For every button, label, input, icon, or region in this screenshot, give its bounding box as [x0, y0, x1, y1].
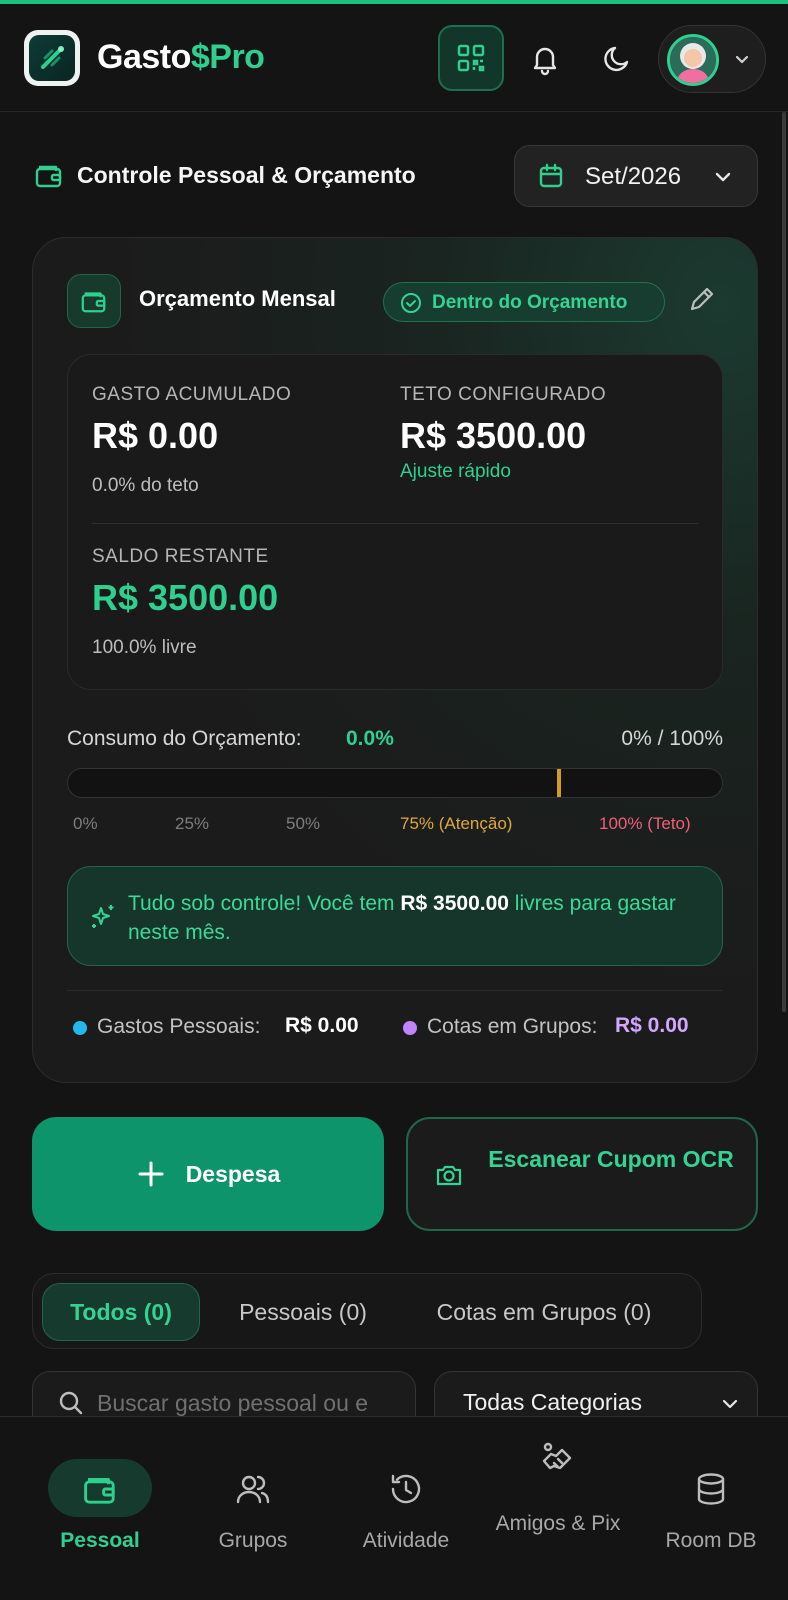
alert-prefix: Tudo sob controle! Você tem [128, 892, 401, 915]
spent-value: R$ 0.00 [92, 415, 219, 456]
search-icon [59, 1391, 83, 1415]
month-label: Set/2026 [585, 163, 682, 190]
users-icon [236, 1475, 270, 1504]
consumption-value: 0.0% [346, 727, 394, 750]
spent-percent: 0.0% do teto [92, 475, 199, 496]
groups-legend-label: Cotas em Grupos: [427, 1015, 598, 1038]
scrollbar[interactable] [782, 112, 786, 1012]
tab-personal[interactable]: Pessoais (0) [213, 1283, 393, 1341]
bottom-navigation: Pessoal Grupos Atividade Amigos & Pix Ro… [0, 1416, 788, 1600]
brand-name: Gasto$Pro [97, 38, 265, 77]
section-title: Controle Pessoal & Orçamento [77, 162, 416, 188]
wallet-icon [35, 165, 62, 188]
history-icon [391, 1474, 421, 1504]
plus-icon [138, 1161, 164, 1187]
budget-title: Orçamento Mensal [139, 286, 336, 311]
chevron-down-icon [715, 172, 731, 182]
add-expense-label: Despesa [185, 1160, 281, 1187]
cap-value: R$ 3500.00 [400, 415, 587, 456]
app-logo[interactable] [24, 30, 80, 86]
app-header: Gasto$Pro [0, 4, 788, 112]
nav-label: Atividade [362, 1529, 450, 1552]
tab-group-shares[interactable]: Cotas em Grupos (0) [411, 1283, 677, 1341]
database-icon [697, 1473, 725, 1505]
warning-threshold-marker [556, 769, 561, 797]
personal-legend-value: R$ 0.00 [285, 1014, 359, 1037]
tick-0: 0% [73, 814, 98, 833]
divider [67, 990, 723, 991]
brand-part-1: Gasto [97, 38, 191, 76]
moon-icon[interactable] [600, 42, 634, 76]
nav-label: Room DB [665, 1529, 757, 1552]
nav-label: Pessoal [60, 1529, 140, 1552]
personal-legend-label: Gastos Pessoais: [97, 1015, 261, 1038]
status-badge: Dentro do Orçamento [383, 282, 665, 322]
profile-menu-button[interactable] [658, 25, 766, 93]
bell-icon[interactable] [528, 42, 562, 76]
nav-item-grupos[interactable]: Grupos [178, 1417, 328, 1600]
avatar [667, 34, 719, 86]
nav-item-atividade[interactable]: Atividade [331, 1417, 481, 1600]
tick-50: 50% [286, 814, 321, 833]
brand-part-2: $Pro [190, 38, 265, 76]
status-label: Dentro do Orçamento [432, 292, 628, 313]
tick-25: 25% [175, 814, 210, 833]
nav-item-room-db[interactable]: Room DB [636, 1417, 786, 1600]
personal-legend-dot [73, 1021, 87, 1035]
edit-pencil-icon[interactable] [687, 284, 717, 314]
cap-label: TETO CONFIGURADO [400, 384, 607, 405]
quick-adjust-link[interactable]: Ajuste rápido [400, 461, 511, 483]
budget-summary-panel: GASTO ACUMULADO R$ 0.00 0.0% do teto TET… [67, 354, 723, 690]
add-expense-button[interactable]: Despesa [32, 1117, 384, 1231]
qr-code-button[interactable] [438, 25, 504, 91]
wallet-icon [81, 292, 106, 313]
nav-item-amigos-pix[interactable]: Amigos & Pix [483, 1417, 633, 1600]
remaining-label: SALDO RESTANTE [92, 546, 269, 567]
alert-text: Tudo sob controle! Você tem R$ 3500.00 l… [128, 889, 698, 947]
scan-receipt-label: Escanear Cupom OCR [488, 1146, 734, 1172]
wallet-logo-icon [29, 35, 75, 81]
consumption-range: 0% / 100% [621, 727, 723, 750]
alert-amount: R$ 3500.00 [400, 892, 509, 915]
expense-filter-tabs: Todos (0) Pessoais (0) Cotas em Grupos (… [32, 1273, 702, 1349]
nav-label: Grupos [218, 1529, 288, 1552]
divider [92, 523, 698, 524]
budget-wallet-badge [67, 274, 121, 328]
groups-legend-value: R$ 0.00 [615, 1014, 689, 1037]
budget-progress-bar [67, 768, 723, 798]
spent-label: GASTO ACUMULADO [92, 384, 292, 405]
handshake-icon [542, 1442, 572, 1470]
remaining-value: R$ 3500.00 [92, 577, 279, 618]
sparkles-icon [92, 905, 114, 928]
scan-receipt-button[interactable]: Escanear Cupom OCR [406, 1117, 758, 1231]
groups-legend-dot [403, 1021, 417, 1035]
tick-75: 75% (Atenção) [400, 814, 513, 833]
budget-card: Orçamento Mensal Dentro do Orçamento GAS… [32, 237, 758, 1083]
chevron-down-icon [722, 1399, 738, 1409]
calendar-icon [539, 163, 563, 188]
tab-all[interactable]: Todos (0) [42, 1283, 200, 1341]
chevron-down-icon [735, 55, 749, 64]
category-select-value: Todas Categorias [463, 1389, 642, 1415]
nav-item-pessoal[interactable]: Pessoal [32, 1417, 182, 1600]
remaining-percent: 100.0% livre [92, 637, 197, 658]
tick-100: 100% (Teto) [599, 814, 691, 833]
wallet-icon [84, 1477, 115, 1504]
nav-label: Amigos & Pix [495, 1512, 621, 1535]
consumption-label: Consumo do Orçamento: [67, 727, 302, 750]
budget-alert: Tudo sob controle! Você tem R$ 3500.00 l… [67, 866, 723, 966]
check-circle-icon [401, 293, 421, 313]
camera-icon [436, 1165, 462, 1186]
month-selector[interactable]: Set/2026 [514, 145, 758, 207]
qr-code-icon [457, 44, 485, 72]
